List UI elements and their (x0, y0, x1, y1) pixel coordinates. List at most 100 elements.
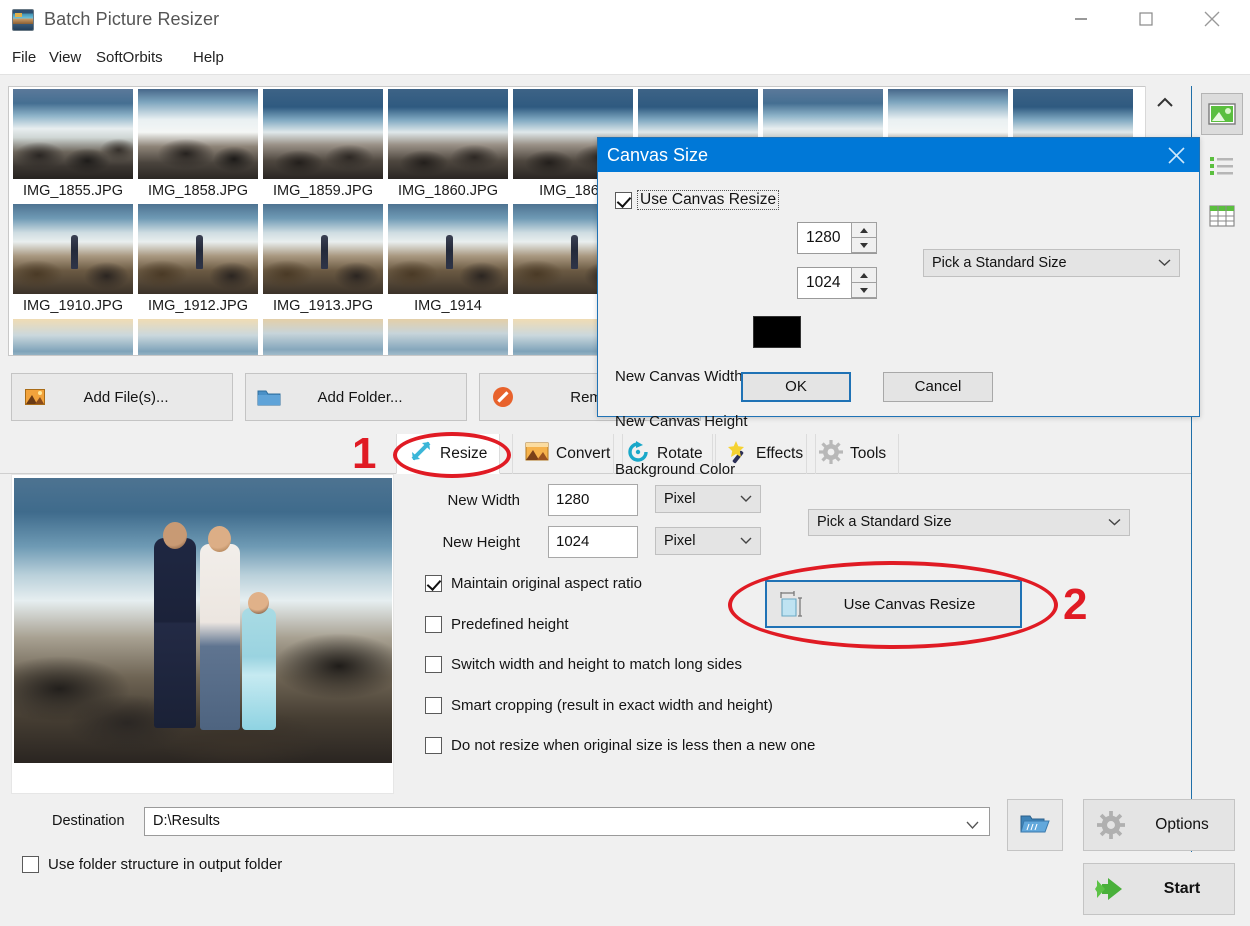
list-icon (1210, 157, 1233, 175)
thumbnail-image (263, 89, 383, 179)
tab-tools-label: Tools (850, 445, 887, 462)
menu-item-view[interactable]: View (44, 46, 86, 70)
thumbnail-filename: IMG_1914 (414, 298, 482, 314)
thumbnail-image (13, 89, 133, 179)
height-spinner[interactable] (851, 267, 877, 299)
dialog-new-canvas-width-value: 1280 (806, 229, 841, 246)
spinner-up-icon[interactable] (851, 222, 877, 238)
checkbox-smart-cropping[interactable]: Smart cropping (result in exact width an… (425, 697, 773, 714)
thumbnail-item[interactable]: IMG_1855.JPG (11, 89, 135, 204)
options-button[interactable]: Options (1083, 799, 1235, 851)
checkbox-label: Use folder structure in output folder (48, 856, 283, 873)
close-button[interactable] (1189, 0, 1235, 38)
thumbnail-filename: IMG_1913.JPG (273, 298, 373, 314)
thumbnail-item[interactable]: IMG_1912.JPG (136, 204, 260, 319)
preview-figure-man-head (163, 522, 187, 549)
start-button[interactable]: Start (1083, 863, 1235, 915)
thumbnail-image (388, 89, 508, 179)
gear-icon (819, 439, 843, 469)
checkbox-label: Use Canvas Resize (637, 190, 780, 210)
checkbox-do-not-resize[interactable]: Do not resize when original size is less… (425, 737, 815, 754)
new-width-unit-select[interactable]: Pixel (655, 485, 761, 513)
thumbnail-view-button[interactable] (1201, 93, 1243, 135)
thumbnail-item[interactable] (136, 319, 260, 355)
dialog-new-canvas-height-label: New Canvas Height (615, 413, 748, 430)
thumbnail-item[interactable] (261, 319, 385, 355)
menu-item-help[interactable]: Help (188, 46, 229, 70)
add-files-button[interactable]: Add File(s)... (11, 373, 233, 421)
dialog-background-color-swatch[interactable] (753, 316, 801, 348)
thumbnail-item[interactable]: IMG_1910.JPG (11, 204, 135, 319)
dialog-ok-button[interactable]: OK (741, 372, 851, 402)
thumbnail-item[interactable] (11, 319, 135, 355)
thumbnail-filename: IMG_1855.JPG (23, 183, 123, 199)
dialog-new-canvas-height-value: 1024 (806, 274, 841, 291)
chevron-down-icon (1108, 510, 1121, 535)
dialog-new-canvas-width-label: New Canvas Width (615, 368, 743, 385)
thumbnail-item[interactable]: IMG_1913.JPG (261, 204, 385, 319)
preview-figure-girl-head (248, 592, 269, 614)
destination-value: D:\Results (153, 813, 220, 829)
checkbox-use-folder-structure[interactable]: Use folder structure in output folder (22, 856, 282, 873)
checkbox-label: Smart cropping (result in exact width an… (451, 697, 773, 714)
canvas-size-dialog: Canvas Size Use Canvas Resize New Canvas… (597, 137, 1200, 478)
dialog-close-button[interactable] (1153, 138, 1199, 172)
destination-label: Destination (52, 813, 125, 829)
thumbnail-image (263, 319, 383, 355)
checkbox-switch-width-height[interactable]: Switch width and height to match long si… (425, 656, 742, 673)
standard-size-value: Pick a Standard Size (817, 514, 952, 530)
picture-icon (12, 389, 58, 405)
standard-size-select[interactable]: Pick a Standard Size (808, 509, 1130, 536)
spinner-down-icon[interactable] (851, 237, 877, 253)
tab-resize-label: Resize (440, 444, 488, 462)
thumbnail-image (138, 319, 258, 355)
thumbnail-item[interactable] (386, 319, 510, 355)
width-spinner[interactable] (851, 222, 877, 254)
thumbnail-item[interactable]: IMG_1860.JPG (386, 89, 510, 204)
checkbox-label: Predefined height (451, 616, 569, 633)
checkbox-predefined-height[interactable]: Predefined height (425, 616, 569, 633)
preview-figure-man (154, 538, 196, 728)
new-height-input[interactable]: 1024 (548, 526, 638, 558)
spinner-down-icon[interactable] (851, 282, 877, 298)
add-folder-label: Add Folder... (317, 388, 403, 406)
thumbnail-filename: IMG_1912.JPG (148, 298, 248, 314)
thumbnail-item[interactable]: IMG_1859.JPG (261, 89, 385, 204)
menu-item-file[interactable]: File (7, 46, 41, 70)
scroll-up-button[interactable] (1146, 86, 1184, 120)
spinner-up-icon[interactable] (851, 267, 877, 283)
menu-item-softorbits[interactable]: SoftOrbits (91, 46, 168, 70)
tab-resize[interactable]: Resize (396, 434, 501, 474)
dialog-checkbox-use-canvas-resize[interactable]: Use Canvas Resize (615, 190, 780, 210)
minimize-button[interactable] (1058, 0, 1104, 38)
chevron-down-icon (966, 813, 979, 840)
thumbnail-item[interactable]: IMG_1858.JPG (136, 89, 260, 204)
maximize-button[interactable] (1123, 0, 1169, 38)
new-width-input[interactable]: 1280 (548, 484, 638, 516)
new-height-unit-select[interactable]: Pixel (655, 527, 761, 555)
thumbnail-item[interactable]: IMG_1914 (386, 204, 510, 319)
tab-tools[interactable]: Tools (806, 434, 900, 474)
remove-icon (480, 386, 526, 408)
destination-input[interactable]: D:\Results (144, 807, 990, 836)
menu-bar: File View SoftOrbits Help (0, 44, 1250, 72)
details-view-button[interactable] (1201, 195, 1243, 237)
list-view-button[interactable] (1201, 144, 1243, 186)
folder-icon (246, 388, 292, 407)
checkbox-box (425, 656, 442, 673)
annotation-step-1: 1 (352, 429, 377, 478)
checkbox-maintain-aspect-ratio[interactable]: Maintain original aspect ratio (425, 575, 642, 592)
browse-folder-button[interactable] (1007, 799, 1063, 851)
new-height-unit-value: Pixel (664, 533, 696, 549)
dialog-standard-size-select[interactable]: Pick a Standard Size (923, 249, 1180, 277)
dialog-new-canvas-width-input[interactable]: 1280 (797, 222, 877, 254)
tab-convert[interactable]: Convert (512, 434, 624, 474)
checkbox-label: Maintain original aspect ratio (451, 575, 642, 592)
add-folder-button[interactable]: Add Folder... (245, 373, 467, 421)
use-canvas-resize-button[interactable]: Use Canvas Resize (765, 580, 1022, 628)
checkbox-box (425, 697, 442, 714)
dialog-cancel-button[interactable]: Cancel (883, 372, 993, 402)
dialog-new-canvas-height-input[interactable]: 1024 (797, 267, 877, 299)
window-title: Batch Picture Resizer (44, 9, 220, 29)
tab-effects-label: Effects (756, 445, 804, 462)
